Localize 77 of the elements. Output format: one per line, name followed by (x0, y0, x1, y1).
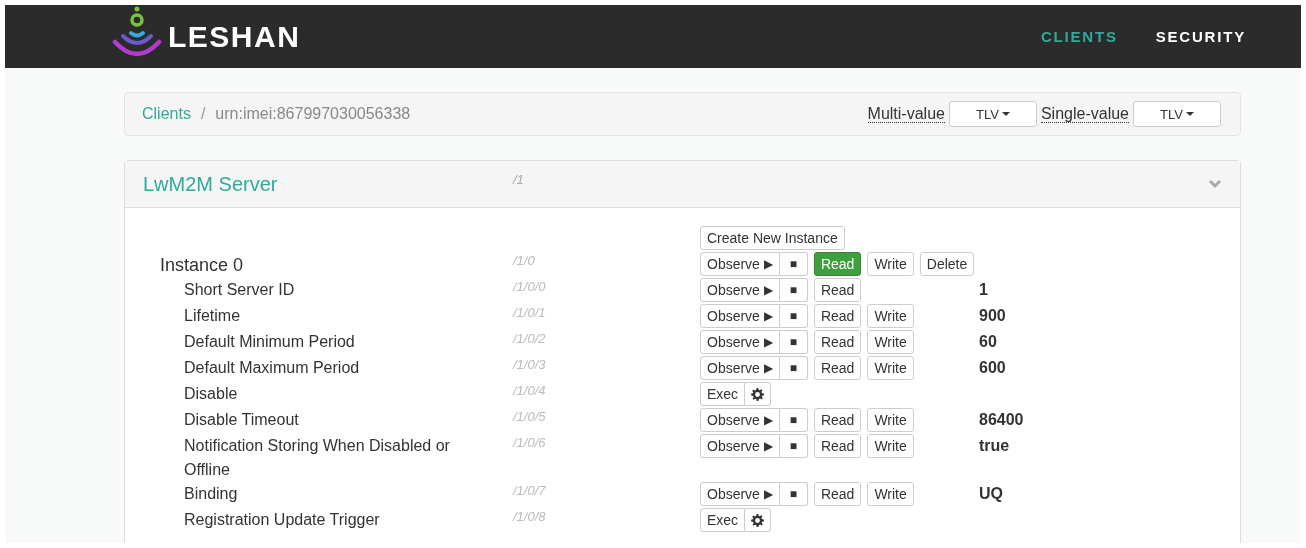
format-dropdown[interactable]: TLV (948, 101, 1037, 127)
resource-path: /1/0/2 (513, 330, 547, 348)
nav-link[interactable]: CLIENTS (1040, 28, 1118, 45)
stop-button[interactable]: ■ (779, 304, 808, 328)
resource-value: 600 (979, 359, 1006, 376)
exec-button[interactable]: Exec (700, 508, 746, 532)
resource-path: /1/0/8 (513, 508, 547, 526)
format-dropdown[interactable]: TLV (1133, 101, 1221, 127)
settings-icon (751, 387, 765, 401)
resource-value: 86400 (979, 411, 1024, 428)
stop-button[interactable]: ■ (779, 482, 808, 506)
settings-button[interactable] (745, 508, 772, 532)
action-button[interactable]: Read (813, 330, 862, 354)
action-button[interactable]: Write (867, 252, 914, 276)
resource-name: Default Maximum Period (183, 358, 361, 378)
resource-value: true (979, 437, 1010, 454)
observe-button[interactable]: Observe ▶ (700, 330, 780, 354)
resource-name: Disable (183, 384, 239, 404)
resource-path: /1/0/4 (513, 382, 547, 400)
observe-button[interactable]: Observe ▶ (700, 408, 780, 432)
action-button[interactable]: Read (813, 278, 862, 302)
caret-icon (1185, 112, 1194, 116)
settings-button[interactable] (745, 382, 772, 406)
observe-button[interactable]: Observe ▶ (700, 252, 780, 276)
instance-name: Instance 0 (159, 254, 245, 277)
resource-name: Notification Storing When Disabled or Offline (183, 436, 451, 480)
action-button[interactable]: Delete (919, 252, 975, 276)
resource-path: /1/0/0 (513, 278, 547, 296)
stop-button[interactable]: ■ (779, 330, 808, 354)
resource-path: /1/0/3 (513, 356, 547, 374)
resource-name: Binding (183, 484, 239, 504)
resource-name: Disable Timeout (183, 410, 300, 430)
observe-button[interactable]: Observe ▶ (700, 356, 780, 380)
observe-button[interactable]: Observe ▶ (700, 482, 780, 506)
resource-name: Default Minimum Period (183, 332, 356, 352)
action-button[interactable]: Write (867, 434, 914, 458)
action-button[interactable]: Read (813, 356, 862, 380)
resource-path: /1/0/5 (513, 408, 547, 426)
action-button[interactable]: Write (867, 482, 914, 506)
stop-button[interactable]: ■ (779, 408, 808, 432)
nav-link[interactable]: SECURITY (1155, 28, 1246, 45)
resource-name: Lifetime (183, 306, 242, 326)
action-button[interactable]: Write (867, 356, 914, 380)
resource-path: /1/0/6 (513, 434, 547, 452)
action-button[interactable]: Read (813, 408, 862, 432)
stop-button[interactable]: ■ (779, 278, 808, 302)
format-label: Multi-value (867, 105, 945, 123)
stop-button[interactable]: ■ (779, 252, 808, 276)
action-button[interactable]: Read (813, 482, 862, 506)
stop-button[interactable]: ■ (779, 356, 808, 380)
observe-button[interactable]: Observe ▶ (700, 434, 780, 458)
object-path: /1 (513, 172, 524, 187)
action-button[interactable]: Write (867, 330, 914, 354)
caret-icon (1001, 112, 1010, 116)
resource-value: 900 (979, 307, 1006, 324)
instance-path: /1/0 (513, 252, 536, 270)
resource-value: UQ (979, 485, 1003, 502)
breadcrumb-separator: / (199, 105, 207, 123)
action-button[interactable]: Write (867, 408, 914, 432)
stop-button[interactable]: ■ (779, 434, 808, 458)
resource-value: 1 (979, 281, 988, 298)
action-button[interactable]: Write (867, 304, 914, 328)
breadcrumb-current: urn:imei:867997030056338 (215, 105, 411, 123)
format-label: Single-value (1040, 105, 1129, 123)
action-button[interactable]: Read (813, 304, 862, 328)
exec-button[interactable]: Exec (700, 382, 746, 406)
brand-name: LESHAN (168, 19, 301, 54)
observe-button[interactable]: Observe ▶ (700, 278, 780, 302)
resource-value: 60 (979, 333, 997, 350)
resource-name: Registration Update Trigger (183, 510, 381, 530)
settings-icon (751, 513, 765, 527)
action-button[interactable]: Read (813, 434, 862, 458)
observe-button[interactable]: Observe ▶ (700, 304, 780, 328)
create-instance-button[interactable]: Create New Instance (700, 226, 845, 250)
resource-name: Short Server ID (183, 280, 296, 300)
resource-path: /1/0/1 (513, 304, 547, 322)
resource-path: /1/0/7 (513, 482, 547, 500)
